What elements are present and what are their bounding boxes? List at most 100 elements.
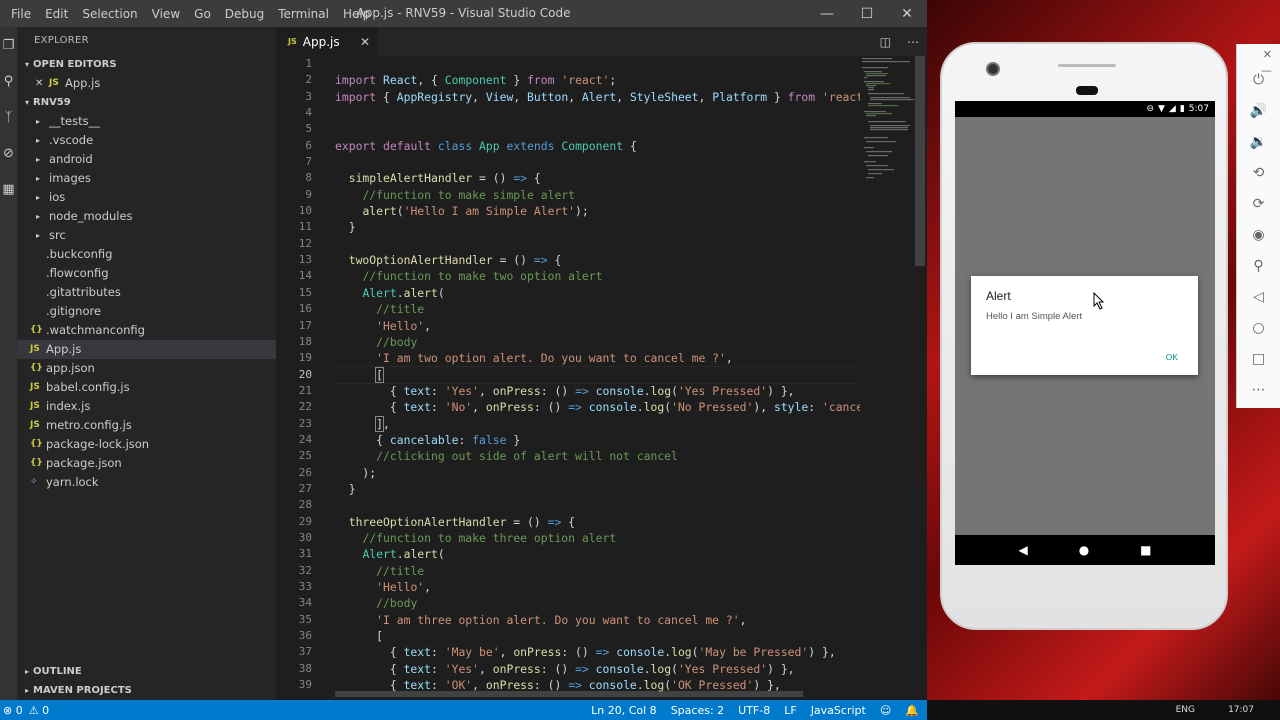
line-number: 10	[298, 204, 312, 218]
tree-folder[interactable]: ▸ __tests__	[17, 112, 276, 131]
rotate-left-icon[interactable]: ⟲	[1237, 157, 1280, 188]
back-icon[interactable]: ◀	[1018, 543, 1027, 557]
tree-file[interactable]: {} package-lock.json	[17, 435, 276, 454]
close-tab-icon[interactable]: ✕	[360, 35, 370, 49]
js-file-icon: JS	[49, 78, 59, 88]
tree-folder[interactable]: ▸ images	[17, 169, 276, 188]
outline-section[interactable]: ▸ OUTLINE	[17, 662, 276, 681]
rotate-right-icon[interactable]: ⟳	[1237, 188, 1280, 219]
line-number: 14	[298, 269, 312, 283]
minimize-icon[interactable]: —	[807, 0, 847, 27]
vertical-scrollbar[interactable]	[915, 56, 925, 266]
notifications-icon[interactable]: 🔔	[905, 704, 919, 717]
code-view[interactable]: 1 2 3 4 5 6 7 8 9 10 11 12 13 14 15 16 17 18 19 20 21 22 23 24 2…	[276, 56, 927, 700]
window-controls: — ☐ ✕	[807, 0, 927, 27]
camera-icon[interactable]: ◉	[1237, 219, 1280, 250]
volume-up-icon[interactable]: 🔊	[1237, 95, 1280, 126]
tree-file[interactable]: {} package.json	[17, 454, 276, 473]
feedback-icon[interactable]: ☺	[880, 704, 891, 717]
tree-file[interactable]: {} app.json	[17, 359, 276, 378]
menu-debug[interactable]: Debug	[218, 7, 271, 21]
power-icon[interactable]: ⏻	[1237, 64, 1280, 95]
tree-item-label: package-lock.json	[46, 437, 150, 451]
open-editor-item[interactable]: ✕ JS App.js	[17, 74, 276, 93]
warnings-value: 0	[42, 703, 50, 717]
menu-terminal[interactable]: Terminal	[271, 7, 336, 21]
cursor-position[interactable]: Ln 20, Col 8	[591, 704, 657, 717]
tree-item-label: App.js	[46, 342, 82, 356]
line-number: 2	[305, 73, 312, 87]
tab-label: App.js	[302, 34, 340, 49]
maven-section[interactable]: ▸ MAVEN PROJECTS	[17, 681, 276, 700]
tree-file[interactable]: .gitignore	[17, 302, 276, 321]
tree-file[interactable]: JS babel.config.js	[17, 378, 276, 397]
tree-folder[interactable]: ▸ android	[17, 150, 276, 169]
menu-go[interactable]: Go	[187, 7, 218, 21]
back-icon[interactable]: ◁	[1237, 281, 1280, 312]
windows-taskbar: ENG 17:07	[927, 700, 1280, 720]
tree-file[interactable]: JS index.js	[17, 397, 276, 416]
home-icon[interactable]: ●	[1079, 543, 1089, 557]
tree-file[interactable]: JS metro.config.js	[17, 416, 276, 435]
code-line: }	[335, 220, 356, 235]
menu-file[interactable]: File	[4, 7, 38, 21]
minimize-icon[interactable]: —	[1261, 64, 1272, 77]
outline-label: OUTLINE	[33, 666, 82, 677]
tab-app-js[interactable]: JS App.js ✕	[276, 27, 378, 56]
extensions-icon[interactable]: ▦	[0, 171, 17, 207]
dialog-ok-button[interactable]: OK	[1166, 352, 1178, 362]
close-icon[interactable]: ✕	[35, 74, 49, 93]
emulator-screen[interactable]: ⊖ ▼ ◢ ▮ 5:07 Alert Hello I am Simple Ale…	[955, 101, 1215, 565]
warnings-count[interactable]: ⚠ 0	[29, 704, 49, 717]
minimap[interactable]	[860, 56, 915, 196]
taskbar-clock[interactable]: 17:07	[1228, 705, 1254, 715]
overview-icon[interactable]: □	[1237, 343, 1280, 374]
more-icon[interactable]: ⋯	[1237, 374, 1280, 405]
home-icon[interactable]: ○	[1237, 312, 1280, 343]
errors-count[interactable]: ⊗ 0	[3, 704, 23, 717]
input-language[interactable]: ENG	[1176, 705, 1195, 715]
menu-view[interactable]: View	[145, 7, 187, 21]
more-actions-icon[interactable]: ⋯	[907, 35, 919, 49]
encoding[interactable]: UTF-8	[738, 704, 770, 717]
open-editors-section[interactable]: ▾ OPEN EDITORS	[17, 55, 276, 74]
tree-file[interactable]: ✧ yarn.lock	[17, 473, 276, 492]
project-section[interactable]: ▾ RNV59	[17, 93, 276, 112]
menu-help[interactable]: Help	[336, 7, 377, 21]
files-icon[interactable]: ❐	[0, 27, 17, 63]
tree-folder[interactable]: ▸ node_modules	[17, 207, 276, 226]
chevron-right-icon: ▸	[35, 212, 40, 221]
tree-file[interactable]: JS App.js	[17, 340, 276, 359]
indentation[interactable]: Spaces: 2	[671, 704, 724, 717]
recents-icon[interactable]: ■	[1140, 543, 1151, 557]
volume-down-icon[interactable]: 🔉	[1237, 126, 1280, 157]
debug-icon[interactable]: ⊘	[0, 135, 17, 171]
tree-folder[interactable]: ▸ .vscode	[17, 131, 276, 150]
split-editor-icon[interactable]: ◫	[880, 35, 891, 49]
zoom-icon[interactable]: ⚲	[1237, 250, 1280, 281]
maximize-icon[interactable]: ☐	[847, 0, 887, 27]
tree-file[interactable]: .buckconfig	[17, 245, 276, 264]
line-number: 19	[298, 351, 312, 365]
chevron-right-icon: ▸	[24, 667, 29, 676]
tree-file[interactable]: .flowconfig	[17, 264, 276, 283]
tree-file[interactable]: {} .watchmanconfig	[17, 321, 276, 340]
menu-selection[interactable]: Selection	[75, 7, 144, 21]
line-ending[interactable]: LF	[784, 704, 796, 717]
code-lines[interactable]: import React, { Component } from 'react'…	[335, 56, 860, 693]
open-editor-label: App.js	[65, 76, 101, 90]
yarn-file-icon: ✧	[30, 477, 38, 487]
tree-file[interactable]: .gitattributes	[17, 283, 276, 302]
language-mode[interactable]: JavaScript	[811, 704, 866, 717]
tree-folder[interactable]: ▸ src	[17, 226, 276, 245]
horizontal-scrollbar[interactable]	[335, 691, 803, 697]
code-line: 'I am three option alert. Do you want to…	[376, 612, 747, 627]
line-number: 3	[305, 89, 312, 103]
search-icon[interactable]: ⚲	[0, 63, 17, 99]
tree-folder[interactable]: ▸ ios	[17, 188, 276, 207]
source-control-icon[interactable]: ᛉ	[0, 99, 17, 135]
code-line: //function to make simple alert	[362, 187, 576, 202]
menu-edit[interactable]: Edit	[38, 7, 75, 21]
close-icon[interactable]: ✕	[887, 0, 927, 27]
close-icon[interactable]: ✕	[1263, 48, 1272, 61]
